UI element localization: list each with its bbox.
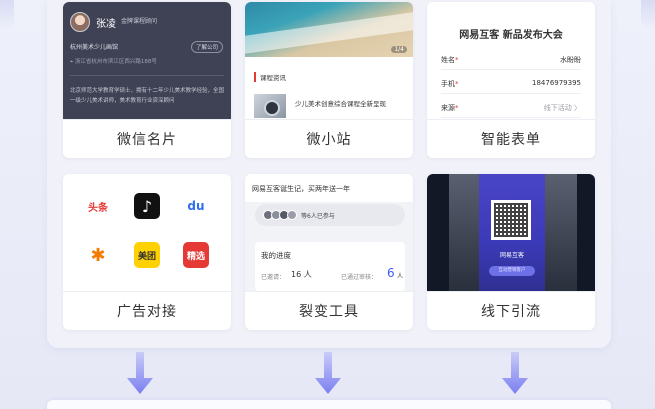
fission-screen: 网易互客诞生记，买两年送一年 等6人已参与 我的进度 已邀请： 16 人 已通过 <box>245 174 413 291</box>
business-card: 张凌 金牌课程顾问 杭州美术少儿画馆 了解公司 ⌖ 浙江省杭州市滨江区西兴路18… <box>63 2 231 119</box>
required-mark: * <box>455 80 459 88</box>
ad-icon-label: 头条 <box>88 202 108 214</box>
card-caption: 微小站 <box>245 119 413 158</box>
invited-count: 16 人 <box>291 270 312 279</box>
toutiao-icon: 头条 <box>85 193 111 219</box>
douyin-icon: ♪ <box>134 193 160 219</box>
wave-decoration <box>245 12 413 54</box>
ads-preview: 头条 ♪ du ✱ 美团 精选 <box>63 174 231 291</box>
eleme-icon: ✱ <box>85 242 111 268</box>
form-label-text: 姓名 <box>441 56 455 64</box>
ad-platform-grid: 头条 ♪ du ✱ 美团 精选 <box>63 174 231 291</box>
fission-headline: 网易互客诞生记，买两年送一年 <box>252 185 350 193</box>
fission-preview: 网易互客诞生记，买两年送一年 等6人已参与 我的进度 已邀请： 16 人 已通过 <box>245 174 413 291</box>
form-row-source: 来源* 线下活动 〉 <box>441 96 581 118</box>
card-name: 张凌 <box>96 19 116 30</box>
form-select-value[interactable]: 线下活动 〉 <box>544 103 581 113</box>
baidu-icon: du <box>183 193 209 219</box>
progress-panel: 我的进度 已邀请： 16 人 已通过审核： 6 人 <box>255 242 405 291</box>
jingxuan-icon: 精选 <box>183 242 209 268</box>
form-row-name: 姓名* 水盼盼 <box>441 48 581 70</box>
right-decoration <box>641 0 655 30</box>
arrow-down-icon <box>315 352 341 394</box>
card-caption: 广告对接 <box>63 291 231 330</box>
wechat-card-preview: 张凌 金牌课程顾问 杭州美术少儿画馆 了解公司 ⌖ 浙江省杭州市滨江区西兴路18… <box>63 2 231 119</box>
form-title: 网易互客 新品发布大会 <box>459 30 563 41</box>
section-label: 课程资讯 <box>254 72 286 82</box>
arrow-down-icon <box>502 352 528 394</box>
eleme-glyph: ✱ <box>90 244 106 266</box>
left-decoration <box>0 0 14 30</box>
card-address: ⌖ 浙江省杭州市滨江区西兴路188号 <box>70 57 157 66</box>
required-mark: * <box>455 104 459 112</box>
form-row-phone: 手机* 18476979395 <box>441 72 581 94</box>
card-org: 杭州美术少儿画馆 <box>70 44 119 51</box>
invited-label: 已邀请： <box>261 274 286 281</box>
poster-button: 互动营销客户 <box>489 266 535 276</box>
page-indicator: 1/4 <box>391 46 407 53</box>
participants-pill: 等6人已参与 <box>255 204 405 226</box>
feature-card-wechat-card[interactable]: 张凌 金牌课程顾问 杭州美术少儿画馆 了解公司 ⌖ 浙江省杭州市滨江区西兴路18… <box>63 2 231 158</box>
card-description: 北京师范大学教育学硕士，拥有十二年少儿美术教学经验，全国一级少儿美术讲师，美术教… <box>70 88 225 104</box>
camera-thumbnail-image <box>254 94 286 118</box>
douyin-glyph: ♪ <box>141 196 153 216</box>
article-title: 少儿美术创意综合课程全新呈现 <box>295 100 386 108</box>
card-caption: 智能表单 <box>427 119 595 158</box>
form-label: 来源* <box>441 103 459 113</box>
meituan-icon: 美团 <box>134 242 160 268</box>
beach-banner-image: 1/4 <box>245 2 413 57</box>
offline-photo: 网易互客 互动营销客户 <box>427 174 595 291</box>
feature-card-fission-tool[interactable]: 网易互客诞生记，买两年送一年 等6人已参与 我的进度 已邀请： 16 人 已通过 <box>245 174 413 330</box>
form-value[interactable]: 水盼盼 <box>560 55 581 65</box>
form-label-text: 手机 <box>441 80 455 88</box>
feature-card-ad-integration[interactable]: 头条 ♪ du ✱ 美团 精选 广告对接 <box>63 174 231 330</box>
feature-card-smart-form[interactable]: 网易互客 新品发布大会 姓名* 水盼盼 手机* 18476979395 来源* … <box>427 2 595 158</box>
form-label: 姓名* <box>441 55 459 65</box>
mini-site-preview: 1/4 课程资讯 少儿美术创意综合课程全新呈现 <box>245 2 413 119</box>
feature-card-mini-site[interactable]: 1/4 课程资讯 少儿美术创意综合课程全新呈现 微小站 <box>245 2 413 158</box>
card-caption: 线下引流 <box>427 291 595 330</box>
offline-preview: 网易互客 互动营销客户 <box>427 174 595 291</box>
avatar <box>70 12 90 32</box>
form-value[interactable]: 18476979395 <box>532 79 581 87</box>
qr-code-icon <box>491 200 531 240</box>
poster-title: 网易互客 <box>499 252 524 259</box>
ad-icon-label: 美团 <box>137 251 156 262</box>
fission-header: 网易互客诞生记，买两年送一年 <box>245 174 413 202</box>
form-label-text: 来源 <box>441 104 455 112</box>
arrow-down-icon <box>127 352 153 394</box>
card-title: 金牌课程顾问 <box>121 18 158 25</box>
verified-count: 6 <box>387 266 395 280</box>
joined-text: 等6人已参与 <box>301 213 335 220</box>
avatar <box>287 210 297 220</box>
card-caption: 裂变工具 <box>245 291 413 330</box>
smart-form-preview: 网易互客 新品发布大会 姓名* 水盼盼 手机* 18476979395 来源* … <box>427 2 595 119</box>
card-address-text: 浙江省杭州市滨江区西兴路188号 <box>74 59 157 65</box>
progress-title: 我的进度 <box>261 251 291 260</box>
required-mark: * <box>455 56 459 64</box>
participant-avatars <box>263 210 297 220</box>
form: 网易互客 新品发布大会 姓名* 水盼盼 手机* 18476979395 来源* … <box>427 2 595 119</box>
verified-unit: 人 <box>397 273 404 280</box>
verified-label: 已通过审核： <box>341 274 378 281</box>
ad-icon-label: 精选 <box>186 251 205 262</box>
form-label: 手机* <box>441 79 459 89</box>
company-tag-button[interactable]: 了解公司 <box>191 41 224 53</box>
next-section-panel <box>47 400 611 409</box>
feature-panel: 张凌 金牌课程顾问 杭州美术少儿画馆 了解公司 ⌖ 浙江省杭州市滨江区西兴路18… <box>47 0 611 348</box>
card-caption: 微信名片 <box>63 119 231 158</box>
divider <box>70 75 224 76</box>
baidu-glyph: du <box>187 199 205 213</box>
feature-card-offline-traffic[interactable]: 网易互客 互动营销客户 线下引流 <box>427 174 595 330</box>
